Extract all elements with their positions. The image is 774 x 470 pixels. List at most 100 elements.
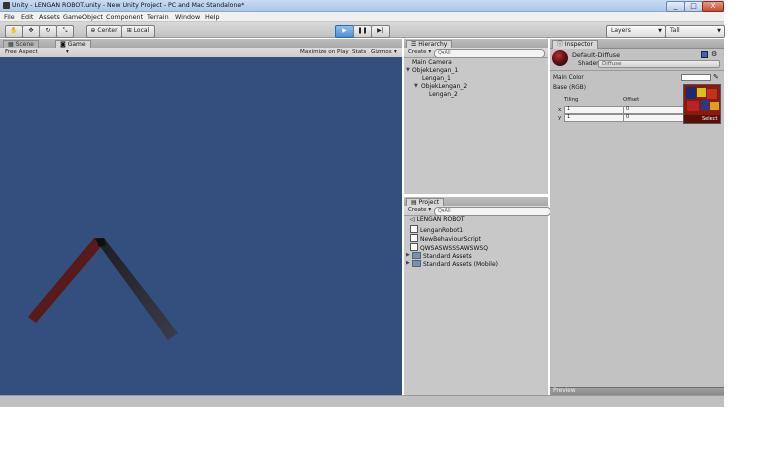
menu-terrain[interactable]: Terrain <box>147 13 169 21</box>
tab-scene-label: Scene <box>15 41 34 48</box>
tiling-y-field[interactable]: 1 <box>564 114 624 122</box>
game-viewport[interactable] <box>0 57 402 395</box>
move-tool-button[interactable]: ✥ <box>22 25 40 38</box>
chevron-down-icon: ▾ <box>394 49 397 55</box>
scene-tab-icon: ▦ <box>8 41 16 48</box>
robot-arm-render <box>28 238 178 340</box>
texture-thumbnail[interactable]: Select <box>683 84 721 124</box>
tiling-x-field[interactable]: 1 <box>564 106 624 114</box>
menu-component[interactable]: Component <box>106 13 143 21</box>
foldout-closed-icon[interactable]: ▶ <box>406 252 410 258</box>
menu-window[interactable]: Window <box>175 13 200 21</box>
menu-gameobject[interactable]: GameObject <box>63 13 103 21</box>
tab-project-label: Project <box>418 199 440 206</box>
tab-inspector-label: Inspector <box>564 41 593 48</box>
project-item-label: NewBehaviourScript <box>420 236 481 243</box>
close-button[interactable]: X <box>702 1 724 12</box>
shader-label: Shader <box>578 61 599 67</box>
scale-tool-button[interactable]: ⤡ <box>56 25 74 38</box>
hierarchy-item-lengan-1[interactable]: Lengan_1 <box>422 75 451 82</box>
move-icon: ✥ <box>28 27 34 34</box>
foldout-closed-icon[interactable]: ▶ <box>406 260 410 266</box>
robot-arm-segment-2 <box>94 238 178 340</box>
project-item-scene[interactable]: ◁ LENGAN ROBOT <box>410 216 465 223</box>
hierarchy-item-lengan-2[interactable]: Lengan_2 <box>429 91 458 98</box>
pause-icon: ❚❚ <box>357 27 368 34</box>
pause-button[interactable]: ❚❚ <box>353 25 372 38</box>
project-search-input[interactable]: Q▾All <box>434 207 551 216</box>
layers-dropdown[interactable]: Layers ▼ <box>606 25 666 38</box>
rotate-icon: ↻ <box>45 27 51 34</box>
gizmos-dropdown[interactable]: Gizmos <box>371 49 392 55</box>
texture-patch <box>701 100 709 110</box>
tab-hierarchy-label: Hierarchy <box>418 41 448 48</box>
project-item-label: Standard Assets (Mobile) <box>423 261 498 268</box>
hand-tool-button[interactable]: ✋ <box>5 25 23 38</box>
folder-icon <box>412 260 421 267</box>
eyedropper-icon[interactable]: ✎ <box>713 73 719 81</box>
gear-icon[interactable]: ⚙ <box>711 50 717 58</box>
main-color-swatch[interactable] <box>681 74 711 81</box>
material-sphere-icon <box>552 50 568 66</box>
minimize-button[interactable]: _ <box>666 1 685 12</box>
menu-assets[interactable]: Assets <box>39 13 60 21</box>
maximize-button[interactable]: □ <box>684 1 703 12</box>
rotate-tool-button[interactable]: ↻ <box>39 25 57 38</box>
menu-help[interactable]: Help <box>205 13 220 21</box>
texture-select-button[interactable]: Select <box>702 116 717 122</box>
foldout-open-icon[interactable]: ▼ <box>406 67 410 73</box>
pivot-toggle[interactable]: ⊕ Center <box>86 25 122 38</box>
hierarchy-search-input[interactable]: Q▾All <box>434 49 545 58</box>
project-item-label: QWSASWSSSAWSWSQ <box>420 245 488 252</box>
hierarchy-panel: ☰ Hierarchy Create ▾ Q▾All Main Camera ▼… <box>404 39 548 194</box>
hierarchy-item-objeklengan-1[interactable]: ObjekLengan_1 <box>412 67 458 74</box>
project-item-script[interactable]: NewBehaviourScript <box>410 234 481 243</box>
hand-icon: ✋ <box>10 27 18 34</box>
project-tab-icon: ▤ <box>411 199 419 206</box>
tiling-label: Tiling <box>564 97 579 103</box>
project-item-script[interactable]: QWSASWSSSAWSWSQ <box>410 243 488 252</box>
play-button[interactable]: ▶ <box>335 25 354 38</box>
step-icon: ▶| <box>377 27 384 34</box>
tab-game-label: Game <box>67 41 86 48</box>
space-toggle[interactable]: ⊞ Local <box>121 25 155 38</box>
scale-icon: ⤡ <box>62 27 68 34</box>
script-icon <box>410 243 418 251</box>
project-create-button[interactable]: Create ▾ <box>408 207 431 213</box>
step-button[interactable]: ▶| <box>371 25 390 38</box>
maximize-on-play-toggle[interactable]: Maximize on Play <box>300 49 349 55</box>
texture-patch <box>710 102 719 110</box>
inspector-panel: ⓘ Inspector Default-Diffuse ⚙ Shader Dif… <box>550 39 724 395</box>
stats-toggle[interactable]: Stats <box>352 49 366 55</box>
help-book-icon[interactable] <box>701 51 708 58</box>
preview-label: Preview <box>553 388 576 394</box>
offset-y-field[interactable]: 0 <box>623 114 685 122</box>
layout-label: Tall <box>670 27 680 34</box>
project-item-folder[interactable]: Standard Assets (Mobile) <box>412 260 498 268</box>
project-item-folder[interactable]: Standard Assets <box>412 252 472 260</box>
shader-value: Diffuse <box>602 61 622 67</box>
project-item-script[interactable]: LenganRobot1 <box>410 225 463 234</box>
hierarchy-item-objeklengan-2[interactable]: ObjekLengan_2 <box>421 83 467 90</box>
foldout-open-icon[interactable]: ▼ <box>414 83 418 89</box>
layout-dropdown[interactable]: Tall ▼ <box>665 25 725 38</box>
play-icon: ▶ <box>342 27 347 34</box>
base-texture-label: Base (RGB) <box>553 85 586 91</box>
project-panel: ▤ Project Create ▾ Q▾All ◁ LENGAN ROBOT … <box>404 197 551 395</box>
project-item-label: Standard Assets <box>423 253 472 260</box>
preview-bar[interactable]: Preview <box>550 387 724 395</box>
hierarchy-item-main-camera[interactable]: Main Camera <box>412 59 452 66</box>
shader-dropdown[interactable]: Diffuse <box>598 60 720 68</box>
pivot-label: Center <box>97 27 118 34</box>
y-axis-label: y <box>558 115 562 121</box>
aspect-dropdown[interactable]: Free Aspect <box>5 49 38 55</box>
texture-patch <box>687 101 699 111</box>
hierarchy-create-button[interactable]: Create ▾ <box>408 49 431 55</box>
menu-edit[interactable]: Edit <box>21 13 33 21</box>
menu-file[interactable]: File <box>4 13 15 21</box>
texture-patch <box>686 87 696 99</box>
tab-inspector[interactable]: ⓘ Inspector <box>552 40 598 49</box>
chevron-down-icon: ▼ <box>658 28 662 34</box>
offset-x-field[interactable]: 0 <box>623 106 685 114</box>
info-icon: ⓘ <box>557 41 565 48</box>
